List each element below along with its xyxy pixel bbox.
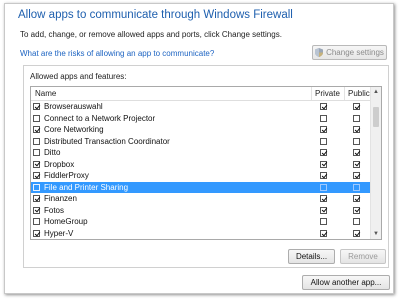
private-checkbox[interactable] — [320, 103, 327, 110]
page-subtitle: To add, change, or remove allowed apps a… — [20, 30, 282, 39]
public-checkbox[interactable] — [353, 160, 360, 168]
list-item[interactable]: Core Networking — [31, 124, 373, 136]
app-enabled-checkbox[interactable] — [33, 160, 40, 168]
private-checkbox[interactable] — [320, 172, 327, 180]
app-name: Distributed Transaction Coordinator — [44, 136, 170, 146]
list-item[interactable]: Fotos — [31, 205, 373, 217]
list-item[interactable]: Dropbox — [31, 159, 373, 171]
public-checkbox[interactable] — [353, 230, 360, 238]
public-checkbox[interactable] — [353, 126, 360, 134]
public-checkbox[interactable] — [353, 149, 360, 157]
list-item[interactable]: FiddlerProxy — [31, 170, 373, 182]
risks-link[interactable]: What are the risks of allowing an app to… — [20, 49, 214, 58]
app-enabled-checkbox[interactable] — [33, 114, 40, 122]
list-item[interactable]: Finanzen — [31, 193, 373, 205]
app-enabled-checkbox[interactable] — [33, 218, 40, 226]
private-checkbox[interactable] — [320, 160, 327, 168]
app-name: Dropbox — [44, 159, 75, 169]
scrollbar-thumb[interactable] — [373, 107, 379, 127]
allowed-apps-group: Allowed apps and features: Name Private … — [23, 65, 389, 268]
public-checkbox[interactable] — [353, 103, 360, 110]
private-checkbox[interactable] — [320, 230, 327, 238]
remove-button[interactable]: Remove — [340, 249, 386, 264]
app-enabled-checkbox[interactable] — [33, 137, 40, 145]
app-name: Fotos — [44, 205, 65, 215]
app-enabled-checkbox[interactable] — [33, 195, 40, 203]
private-checkbox[interactable] — [320, 126, 327, 134]
private-checkbox[interactable] — [320, 195, 327, 203]
change-settings-label: Change settings — [326, 48, 384, 57]
app-enabled-checkbox[interactable] — [33, 230, 40, 238]
private-checkbox[interactable] — [320, 114, 327, 122]
app-enabled-checkbox[interactable] — [33, 103, 40, 110]
allow-another-app-button[interactable]: Allow another app... — [302, 275, 390, 290]
app-enabled-checkbox[interactable] — [33, 172, 40, 180]
change-settings-button[interactable]: Change settings — [312, 45, 387, 60]
app-name: Connect to a Network Projector — [44, 113, 156, 123]
private-checkbox[interactable] — [320, 149, 327, 157]
app-name: Core Networking — [44, 125, 104, 135]
app-name: Ditto — [44, 148, 61, 158]
app-name: FiddlerProxy — [44, 171, 89, 181]
app-name: Browserauswahl — [44, 102, 103, 111]
column-header-public[interactable]: Public — [348, 89, 370, 98]
list-header: Name Private Public — [31, 87, 373, 101]
list-item[interactable]: Ditto — [31, 147, 373, 159]
scroll-up-arrow-icon[interactable]: ▲ — [371, 87, 381, 97]
private-checkbox[interactable] — [320, 206, 327, 214]
public-checkbox[interactable] — [353, 183, 360, 191]
allowed-apps-label: Allowed apps and features: — [30, 72, 127, 81]
app-name: Finanzen — [44, 194, 77, 204]
vertical-scrollbar[interactable]: ▲ ▼ — [370, 87, 381, 239]
list-item[interactable]: Distributed Transaction Coordinator — [31, 136, 373, 148]
allowed-apps-list[interactable]: Name Private Public Browserauswahl Connec… — [30, 86, 382, 240]
public-checkbox[interactable] — [353, 206, 360, 214]
uac-shield-icon — [315, 48, 324, 57]
page-title: Allow apps to communicate through Window… — [18, 9, 293, 21]
app-enabled-checkbox[interactable] — [33, 206, 40, 214]
column-divider — [344, 87, 345, 100]
firewall-allowed-apps-window: Allow apps to communicate through Window… — [4, 3, 394, 294]
column-header-name[interactable]: Name — [35, 89, 56, 98]
details-button[interactable]: Details... — [288, 249, 335, 264]
app-enabled-checkbox[interactable] — [33, 149, 40, 157]
list-item[interactable]: Connect to a Network Projector — [31, 113, 373, 125]
app-enabled-checkbox[interactable] — [33, 126, 40, 134]
column-header-private[interactable]: Private — [315, 89, 340, 98]
public-checkbox[interactable] — [353, 195, 360, 203]
column-divider — [311, 87, 312, 100]
list-item[interactable]: Browserauswahl — [31, 101, 373, 113]
list-item[interactable]: HomeGroup — [31, 216, 373, 228]
app-name: HomeGroup — [44, 217, 88, 227]
app-name: Hyper-V — [44, 229, 74, 239]
app-name: File and Printer Sharing — [44, 182, 129, 192]
public-checkbox[interactable] — [353, 114, 360, 122]
list-rows: Browserauswahl Connect to a Network Proje… — [31, 101, 373, 239]
list-item[interactable]: File and Printer Sharing — [31, 181, 373, 194]
public-checkbox[interactable] — [353, 218, 360, 226]
private-checkbox[interactable] — [320, 183, 327, 191]
public-checkbox[interactable] — [353, 137, 360, 145]
private-checkbox[interactable] — [320, 218, 327, 226]
public-checkbox[interactable] — [353, 172, 360, 180]
scroll-down-arrow-icon[interactable]: ▼ — [371, 229, 381, 239]
app-enabled-checkbox[interactable] — [33, 183, 40, 191]
list-item[interactable]: Hyper-V — [31, 228, 373, 239]
private-checkbox[interactable] — [320, 137, 327, 145]
